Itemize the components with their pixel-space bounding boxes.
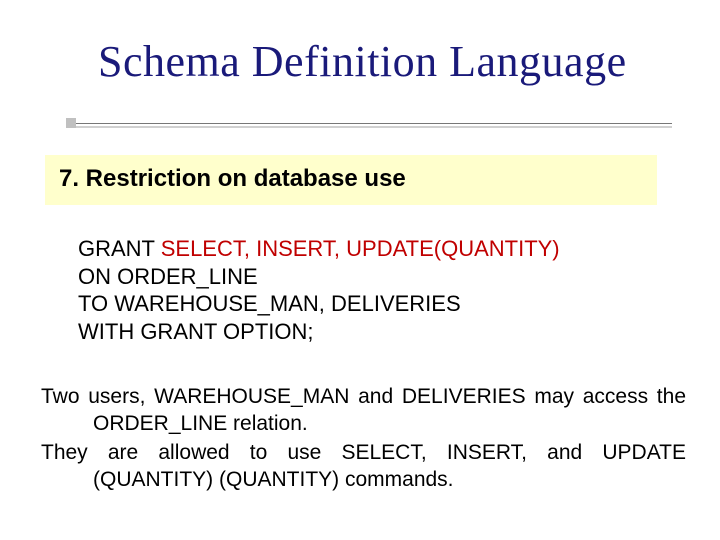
body-text-box: Two users, WAREHOUSE_MAN and DELIVERIES …	[35, 380, 690, 502]
slide-title: Schema Definition Language	[98, 36, 627, 87]
code-kw-grant: GRANT	[78, 236, 161, 261]
section-heading-box: 7. Restriction on database use	[45, 155, 657, 205]
section-heading: 7. Restriction on database use	[59, 165, 406, 192]
divider-shadow	[76, 126, 672, 128]
code-line-4: WITH GRANT OPTION;	[78, 318, 638, 346]
body-paragraph-2: They are allowed to use SELECT, INSERT, …	[41, 440, 686, 494]
code-block: GRANT SELECT, INSERT, UPDATE(QUANTITY) O…	[78, 233, 638, 349]
code-line-3: TO WAREHOUSE_MAN, DELIVERIES	[78, 290, 638, 318]
code-privileges: SELECT, INSERT, UPDATE(QUANTITY)	[161, 236, 560, 261]
bullet-square-icon	[66, 118, 76, 128]
body-paragraph-1: Two users, WAREHOUSE_MAN and DELIVERIES …	[41, 384, 686, 438]
slide: Schema Definition Language 7. Restrictio…	[0, 0, 720, 540]
code-line-1: GRANT SELECT, INSERT, UPDATE(QUANTITY)	[78, 235, 638, 263]
code-line-2: ON ORDER_LINE	[78, 263, 638, 291]
divider-line	[76, 123, 672, 124]
